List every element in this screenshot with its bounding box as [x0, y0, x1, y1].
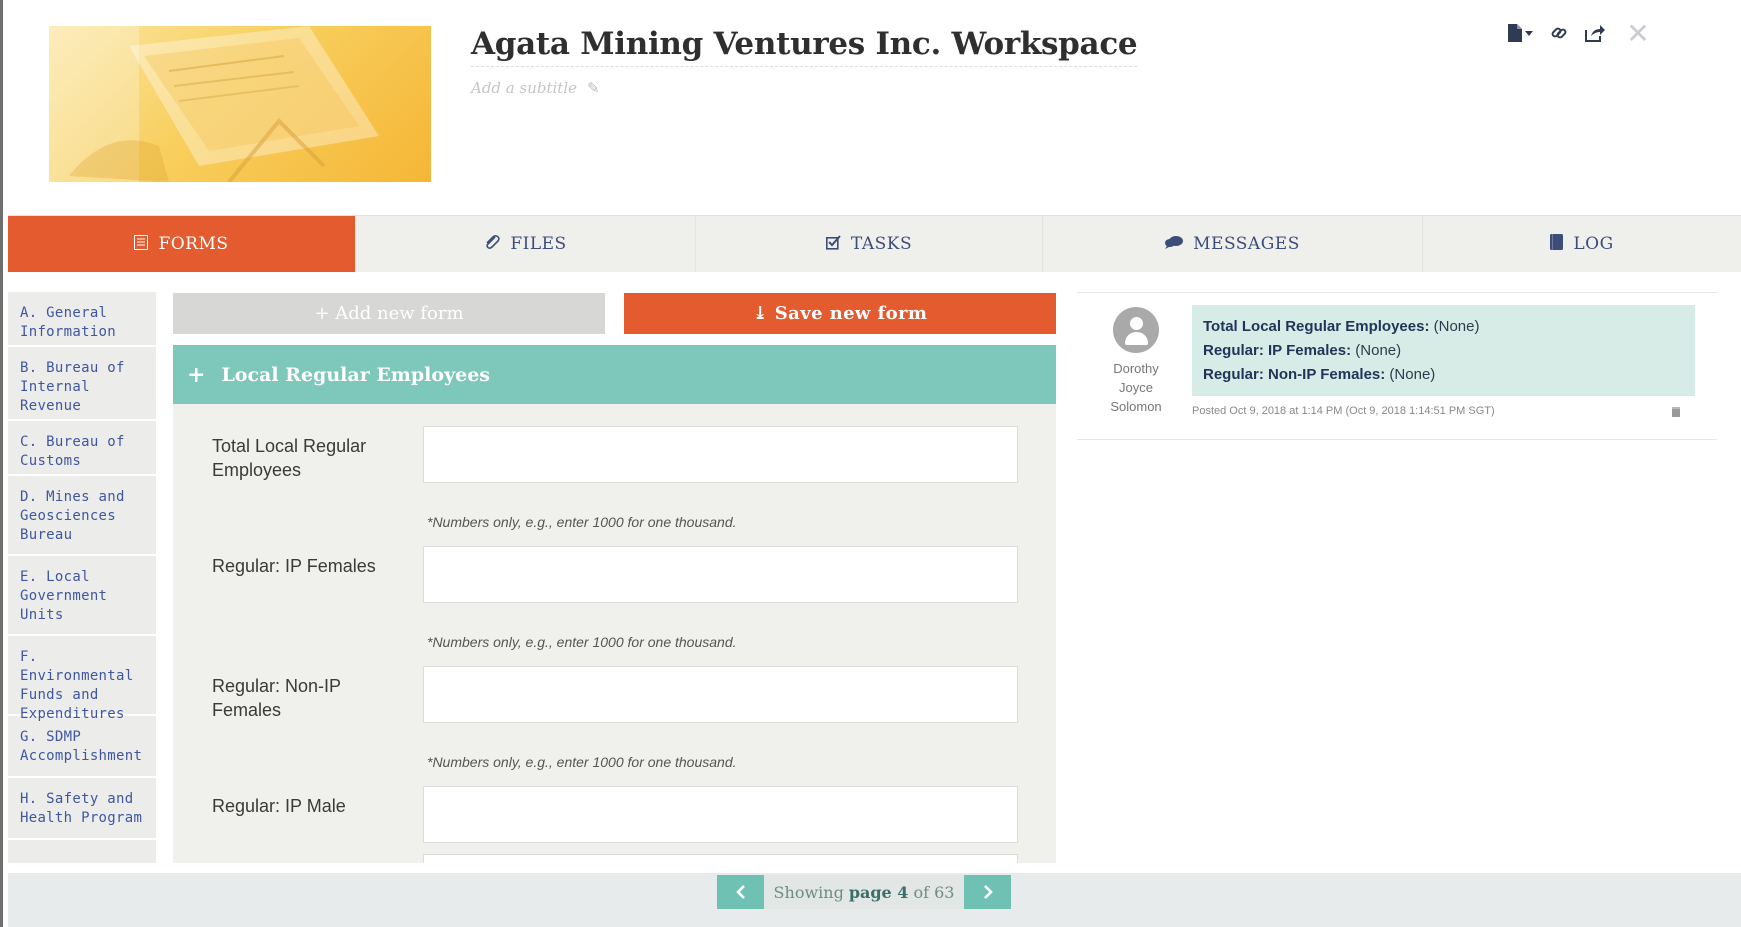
add-new-form-button[interactable]: + Add new form [173, 293, 605, 334]
current-page: page 4 [848, 882, 909, 902]
comment-line: Regular: IP Females: (None) [1203, 342, 1402, 359]
sidebar-item-environmental-funds[interactable]: F. Environmental Funds and Expenditures [8, 636, 156, 722]
expand-plus-icon: + [187, 361, 206, 388]
tab-forms[interactable]: FORMS [8, 216, 356, 272]
numbers-only-hint: *Numbers only, e.g., enter 1000 for one … [427, 634, 737, 650]
previous-page-button[interactable] [717, 875, 764, 909]
sidebar-item-bureau-of-internal-revenue[interactable]: B. Bureau of Internal Revenue [8, 347, 156, 421]
chat-icon [1165, 235, 1184, 253]
save-new-form-button[interactable]: ⤓ Save new form [624, 293, 1056, 334]
close-icon[interactable]: ✕ [1618, 17, 1658, 50]
comment-body: Total Local Regular Employees: (None) Re… [1192, 305, 1695, 396]
workspace-title[interactable]: Agata Mining Ventures Inc. Workspace [471, 26, 1138, 67]
comment-line: Total Local Regular Employees: (None) [1203, 318, 1480, 335]
book-icon [1550, 234, 1564, 254]
chevron-left-icon [735, 885, 745, 899]
subtitle-field[interactable]: Add a subtitle ✎ [471, 79, 600, 97]
field-label-regular-ip-male: Regular: IP Male [212, 796, 346, 816]
numbers-only-hint: *Numbers only, e.g., enter 1000 for one … [427, 754, 737, 770]
tab-label: LOG [1573, 234, 1614, 254]
tab-log[interactable]: LOG [1423, 216, 1741, 272]
checkbox-icon [825, 234, 841, 254]
form-body: Total Local Regular Employees *Numbers o… [173, 404, 1056, 863]
total-local-regular-employees-input[interactable] [423, 426, 1018, 483]
tab-label: MESSAGES [1193, 234, 1300, 254]
pencil-icon[interactable]: ✎ [587, 79, 600, 97]
next-field-input-partial[interactable] [423, 854, 1018, 863]
page-indicator: Showing page 4 of 63 [764, 875, 964, 909]
next-page-button[interactable] [964, 875, 1011, 909]
field-label-regular-non-ip-females: Regular: Non-IP Females [212, 676, 341, 720]
subtitle-placeholder[interactable]: Add a subtitle [471, 79, 577, 97]
field-label-regular-ip-females: Regular: IP Females [212, 556, 376, 576]
workspace-tabs: FORMS FILES TASKS MESSAGES LOG [8, 215, 1741, 272]
sidebar-item-local-government-units[interactable]: E. Local Government Units [8, 556, 156, 636]
form-list-icon [134, 234, 149, 254]
tab-label: FORMS [158, 234, 229, 254]
link-icon[interactable] [1544, 20, 1574, 46]
window-left-border [0, 0, 3, 927]
tab-files[interactable]: FILES [356, 216, 696, 272]
numbers-only-hint: *Numbers only, e.g., enter 1000 for one … [427, 514, 737, 530]
comment-author: Dorothy Joyce Solomon [1110, 361, 1162, 414]
user-silhouette-icon [1130, 317, 1143, 330]
section-title: Local Regular Employees [221, 363, 490, 386]
paperclip-icon [484, 234, 500, 254]
field-label-total-local-regular-employees: Total Local Regular Employees [212, 436, 367, 480]
chevron-right-icon [983, 885, 993, 899]
avatar [1113, 307, 1159, 353]
sidebar-item-mines-and-geosciences-bureau[interactable]: D. Mines and Geosciences Bureau [8, 476, 156, 556]
dropdown-caret-icon[interactable] [1522, 20, 1536, 46]
tab-messages[interactable]: MESSAGES [1043, 216, 1423, 272]
sidebar-item-safety-and-health-program[interactable]: H. Safety and Health Program [8, 778, 156, 840]
section-header-local-regular-employees[interactable]: + Local Regular Employees [173, 345, 1056, 404]
share-icon[interactable] [1580, 20, 1610, 46]
regular-ip-male-input[interactable] [423, 786, 1018, 843]
regular-non-ip-females-input[interactable] [423, 666, 1018, 723]
comment-line: Regular: Non-IP Females: (None) [1203, 366, 1436, 383]
workspace-banner-image [49, 26, 431, 182]
comment-timestamp: Posted Oct 9, 2018 at 1:14 PM (Oct 9, 20… [1192, 405, 1495, 417]
tab-label: FILES [510, 234, 567, 254]
regular-ip-females-input[interactable] [423, 546, 1018, 603]
form-section-sidebar: A. General Information B. Bureau of Inte… [8, 292, 156, 863]
comment-panel: Dorothy Joyce Solomon Total Local Regula… [1077, 292, 1717, 440]
tab-label: TASKS [850, 234, 913, 254]
pagination: Showing page 4 of 63 [717, 875, 1011, 909]
sidebar-item-bureau-of-customs[interactable]: C. Bureau of Customs [8, 421, 156, 476]
tab-tasks[interactable]: TASKS [696, 216, 1043, 272]
sidebar-item-general-information[interactable]: A. General Information [8, 292, 156, 347]
header-toolbar: ✕ [1500, 17, 1658, 50]
sidebar-item-sdmp-accomplishment[interactable]: G. SDMP Accomplishment [8, 716, 156, 778]
trash-icon[interactable] [1672, 407, 1680, 417]
